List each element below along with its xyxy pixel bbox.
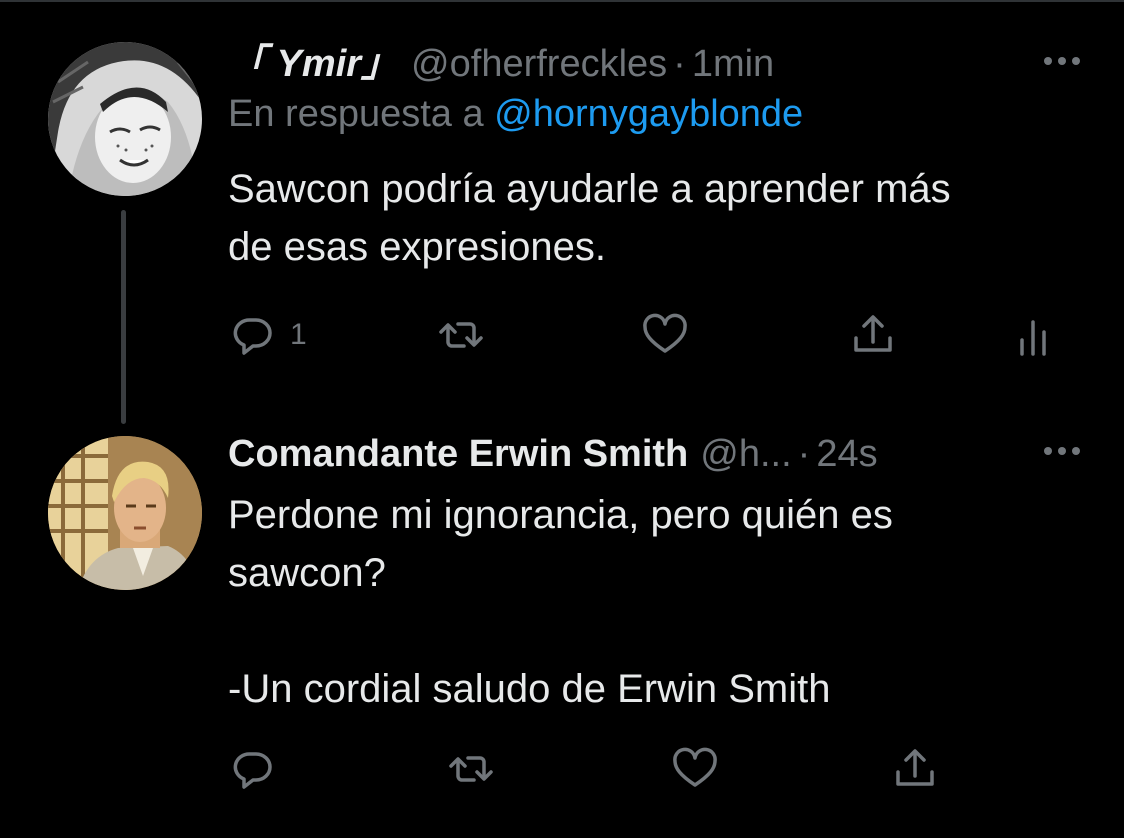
like-icon <box>643 313 687 353</box>
more-horizontal-icon[interactable] <box>1040 46 1084 76</box>
handle[interactable]: @h... <box>700 430 791 478</box>
share-icon <box>854 315 892 352</box>
separator: · <box>673 43 686 85</box>
share-button[interactable] <box>848 310 898 360</box>
tweet[interactable]: 「 Ymir」 @ofherfreckles · 1min En respues… <box>0 0 1124 424</box>
like-button[interactable] <box>640 310 690 360</box>
reply-mention-link[interactable]: @hornygayblonde <box>494 93 803 135</box>
separator: · <box>797 433 811 475</box>
retweet-icon <box>449 756 493 782</box>
retweet-button[interactable] <box>436 310 486 360</box>
handle[interactable]: @ofherfreckles <box>411 40 667 88</box>
retweet-button[interactable] <box>446 744 496 794</box>
analytics-icon <box>1020 320 1046 356</box>
like-icon <box>673 747 717 787</box>
retweet-icon <box>439 322 483 348</box>
tweet-header: 「 Ymir」 @ofherfreckles · 1min <box>228 40 1084 88</box>
avatar[interactable] <box>48 42 202 196</box>
timeline: 「 Ymir」 @ofherfreckles · 1min En respues… <box>0 0 1124 838</box>
avatar[interactable] <box>48 436 202 590</box>
display-name[interactable]: 「 Ymir」 <box>228 40 399 88</box>
action-bar: 1 <box>228 310 1058 360</box>
reply-button[interactable] <box>228 744 278 794</box>
thread-connector <box>121 210 126 424</box>
timestamp[interactable]: 1min <box>692 40 774 88</box>
display-name[interactable]: Comandante Erwin Smith <box>228 430 688 478</box>
reply-prefix: En respuesta a <box>228 93 484 135</box>
more-horizontal-icon[interactable] <box>1040 436 1084 466</box>
tweet-header: Comandante Erwin Smith @h... · 24s <box>228 430 1084 478</box>
share-icon <box>896 749 934 786</box>
action-bar <box>228 744 1058 794</box>
reply-context: En respuesta a @hornygayblonde <box>228 90 1084 138</box>
tweet[interactable]: Comandante Erwin Smith @h... · 24s Perdo… <box>0 400 1124 838</box>
share-button[interactable] <box>890 744 940 794</box>
tweet-text: Sawcon podría ayudarle a aprender más de… <box>228 167 951 269</box>
avatar-image <box>48 42 202 196</box>
reply-count: 1 <box>290 318 307 351</box>
reply-button[interactable]: 1 <box>228 310 307 360</box>
avatar-image <box>48 436 202 590</box>
reply-icon <box>233 752 272 789</box>
reply-icon <box>233 318 272 355</box>
analytics-button[interactable] <box>1008 310 1058 360</box>
timestamp[interactable]: 24s <box>816 430 877 478</box>
like-button[interactable] <box>670 744 720 794</box>
tweet-text: Perdone mi ignorancia, pero quién es saw… <box>228 493 893 711</box>
